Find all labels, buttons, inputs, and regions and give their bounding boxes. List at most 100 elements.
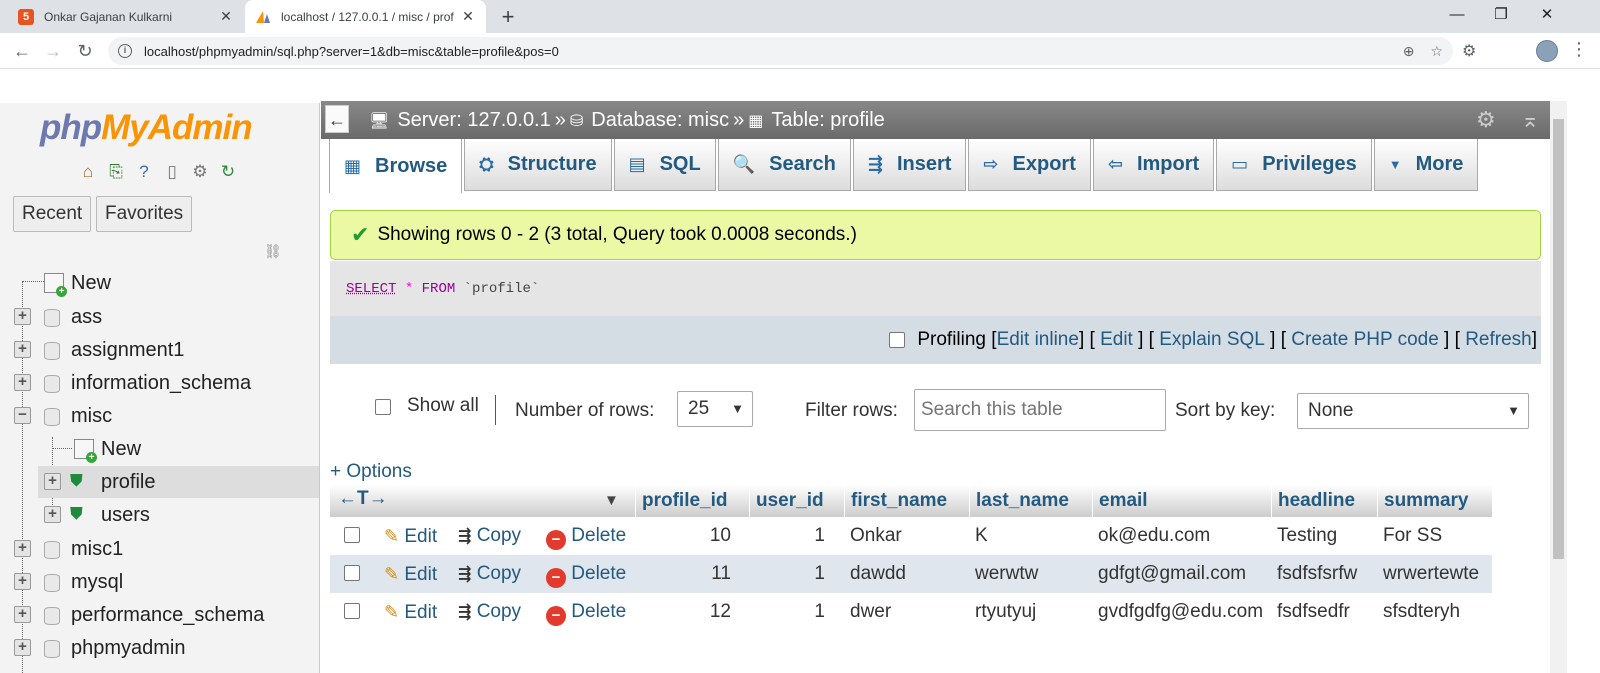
delete-row-button[interactable]: − Delete [546,593,626,631]
tree-item-new[interactable]: New [0,267,319,299]
column-header-user-id[interactable]: user_id [749,485,844,517]
expand-plus-icon[interactable]: + [14,573,31,590]
cell-summary[interactable]: wrwertewte [1383,555,1479,593]
new-tab-button[interactable]: + [496,5,520,29]
tree-item-phpmyadmin[interactable]: + phpmyadmin [0,632,319,664]
breadcrumb-table[interactable]: Table: profile [771,109,884,132]
tree-item-profile[interactable]: + ⛊ profile [38,466,319,498]
column-header-first-name[interactable]: first_name [844,485,969,517]
reload-icon[interactable]: ↻ [73,39,97,63]
show-all-checkbox[interactable] [375,399,391,415]
cell-last-name[interactable]: rtyutyuj [975,593,1036,631]
cell-first-name[interactable]: dawdd [850,555,906,593]
cell-last-name[interactable]: werwtw [975,555,1038,593]
sort-by-key-select[interactable]: None ▼ [1297,393,1529,429]
close-icon[interactable]: ✕ [460,8,476,25]
cell-headline[interactable]: fsdfsedfr [1277,593,1350,631]
delete-row-button[interactable]: − Delete [546,555,626,593]
options-link[interactable]: + Options [330,461,412,483]
zoom-icon[interactable]: ⊕ [1403,43,1415,60]
tree-item-information-schema[interactable]: + information_schema [0,367,319,399]
reload-nav-icon[interactable]: ↻ [216,161,240,183]
browser-tab-onkar[interactable]: 5 Onkar Gajanan Kulkarni ✕ [8,0,244,33]
settings-gear-icon[interactable]: ⚙ [188,161,212,183]
scrollbar-thumb[interactable] [1553,119,1564,559]
docs-icon[interactable]: ▯ [160,161,184,183]
back-arrow-icon[interactable]: ← [10,39,34,63]
tree-item-misc-new[interactable]: New [0,433,319,465]
extension-icon[interactable]: ⚙ [1462,41,1476,61]
column-resize-arrows-icon[interactable]: ←T→ [338,488,388,510]
tab-import[interactable]: ⇦ Import [1092,139,1215,191]
column-header-profile-id[interactable]: profile_id [635,485,749,517]
cell-headline[interactable]: Testing [1277,517,1337,555]
delete-row-button[interactable]: − Delete [546,517,626,555]
copy-row-button[interactable]: ⇶ Copy [458,555,521,593]
cell-summary[interactable]: For SS [1383,517,1442,555]
browser-tab-phpmyadmin[interactable]: localhost / 127.0.0.1 / misc / prof ✕ [245,0,486,33]
logout-icon[interactable]: ⎘ [104,161,128,183]
cell-last-name[interactable]: K [975,517,988,555]
cell-first-name[interactable]: Onkar [850,517,902,555]
cell-user-id[interactable]: 1 [749,517,825,555]
phpmyadmin-logo[interactable]: phpMyAdmin [40,108,253,148]
tab-export[interactable]: ⇨ Export [968,139,1091,191]
tab-structure[interactable]: ⛭ Structure [464,139,612,191]
cell-summary[interactable]: sfsdteryh [1383,593,1460,631]
profile-avatar[interactable] [1536,40,1558,62]
column-header-headline[interactable]: headline [1271,485,1377,517]
cell-headline[interactable]: fsdfsfsrfw [1277,555,1357,593]
cell-email[interactable]: gvdfgdfg@edu.com [1098,593,1263,631]
edit-inline-link[interactable]: Edit inline [997,329,1079,351]
sql-keyword-select[interactable]: SELECT [346,281,396,297]
refresh-link[interactable]: Refresh [1465,329,1532,351]
breadcrumb-server[interactable]: Server: 127.0.0.1 [397,109,550,132]
menu-kebab-icon[interactable]: ⋮ [1570,39,1588,60]
filter-rows-input[interactable] [914,389,1166,431]
edit-row-button[interactable]: ✎ Edit [384,593,437,631]
tab-more[interactable]: ▼ More [1373,139,1479,191]
tree-item-users[interactable]: + ⛊ users [0,499,319,531]
cell-profile-id[interactable]: 11 [635,555,731,593]
column-header-email[interactable]: email [1092,485,1271,517]
tree-item-mysql[interactable]: + mysql [0,566,319,598]
cell-first-name[interactable]: dwer [850,593,891,631]
tab-search[interactable]: 🔍 Search [717,139,851,191]
explain-sql-link[interactable]: Explain SQL [1159,329,1265,351]
cell-user-id[interactable]: 1 [749,593,825,631]
recent-button[interactable]: Recent [13,196,92,232]
address-bar[interactable]: i localhost/phpmyadmin/sql.php?server=1&… [108,37,1453,65]
copy-row-button[interactable]: ⇶ Copy [458,593,521,631]
cell-email[interactable]: ok@edu.com [1098,517,1210,555]
link-chain-icon[interactable]: ⛓ [264,243,282,260]
help-icon[interactable]: ? [132,161,156,183]
favorites-button[interactable]: Favorites [96,196,193,232]
tab-sql[interactable]: ▤ SQL [613,139,716,191]
expand-plus-icon[interactable]: + [44,506,61,523]
cell-email[interactable]: gdfgt@gmail.com [1098,555,1246,593]
tree-item-ass[interactable]: + ass [0,301,319,333]
create-php-code-link[interactable]: Create PHP code [1291,329,1439,351]
settings-gear-icon[interactable]: ⚙ [1476,107,1496,133]
collapse-top-icon[interactable]: ⌅ [1521,107,1539,133]
window-close-button[interactable]: ✕ [1524,4,1570,26]
row-checkbox[interactable] [344,527,360,543]
row-checkbox[interactable] [344,565,360,581]
info-icon[interactable]: i [118,44,132,58]
close-icon[interactable]: ✕ [218,8,234,25]
tab-privileges[interactable]: ▭ Privileges [1216,139,1372,191]
sort-triangle-icon[interactable]: ▼ [604,492,619,509]
expand-plus-icon[interactable]: + [14,606,31,623]
cell-profile-id[interactable]: 10 [635,517,731,555]
sql-query-box[interactable]: SELECT * FROM `profile` [330,261,1541,316]
column-header-summary[interactable]: summary [1377,485,1492,517]
expand-plus-icon[interactable]: + [14,341,31,358]
row-checkbox[interactable] [344,603,360,619]
expand-plus-icon[interactable]: + [44,473,61,490]
edit-row-button[interactable]: ✎ Edit [384,517,437,555]
collapse-minus-icon[interactable]: − [14,407,31,424]
bookmark-star-icon[interactable]: ☆ [1430,43,1443,60]
collapse-nav-arrow-icon[interactable]: ← [325,105,349,133]
copy-row-button[interactable]: ⇶ Copy [458,517,521,555]
forward-arrow-icon[interactable]: → [41,39,65,63]
